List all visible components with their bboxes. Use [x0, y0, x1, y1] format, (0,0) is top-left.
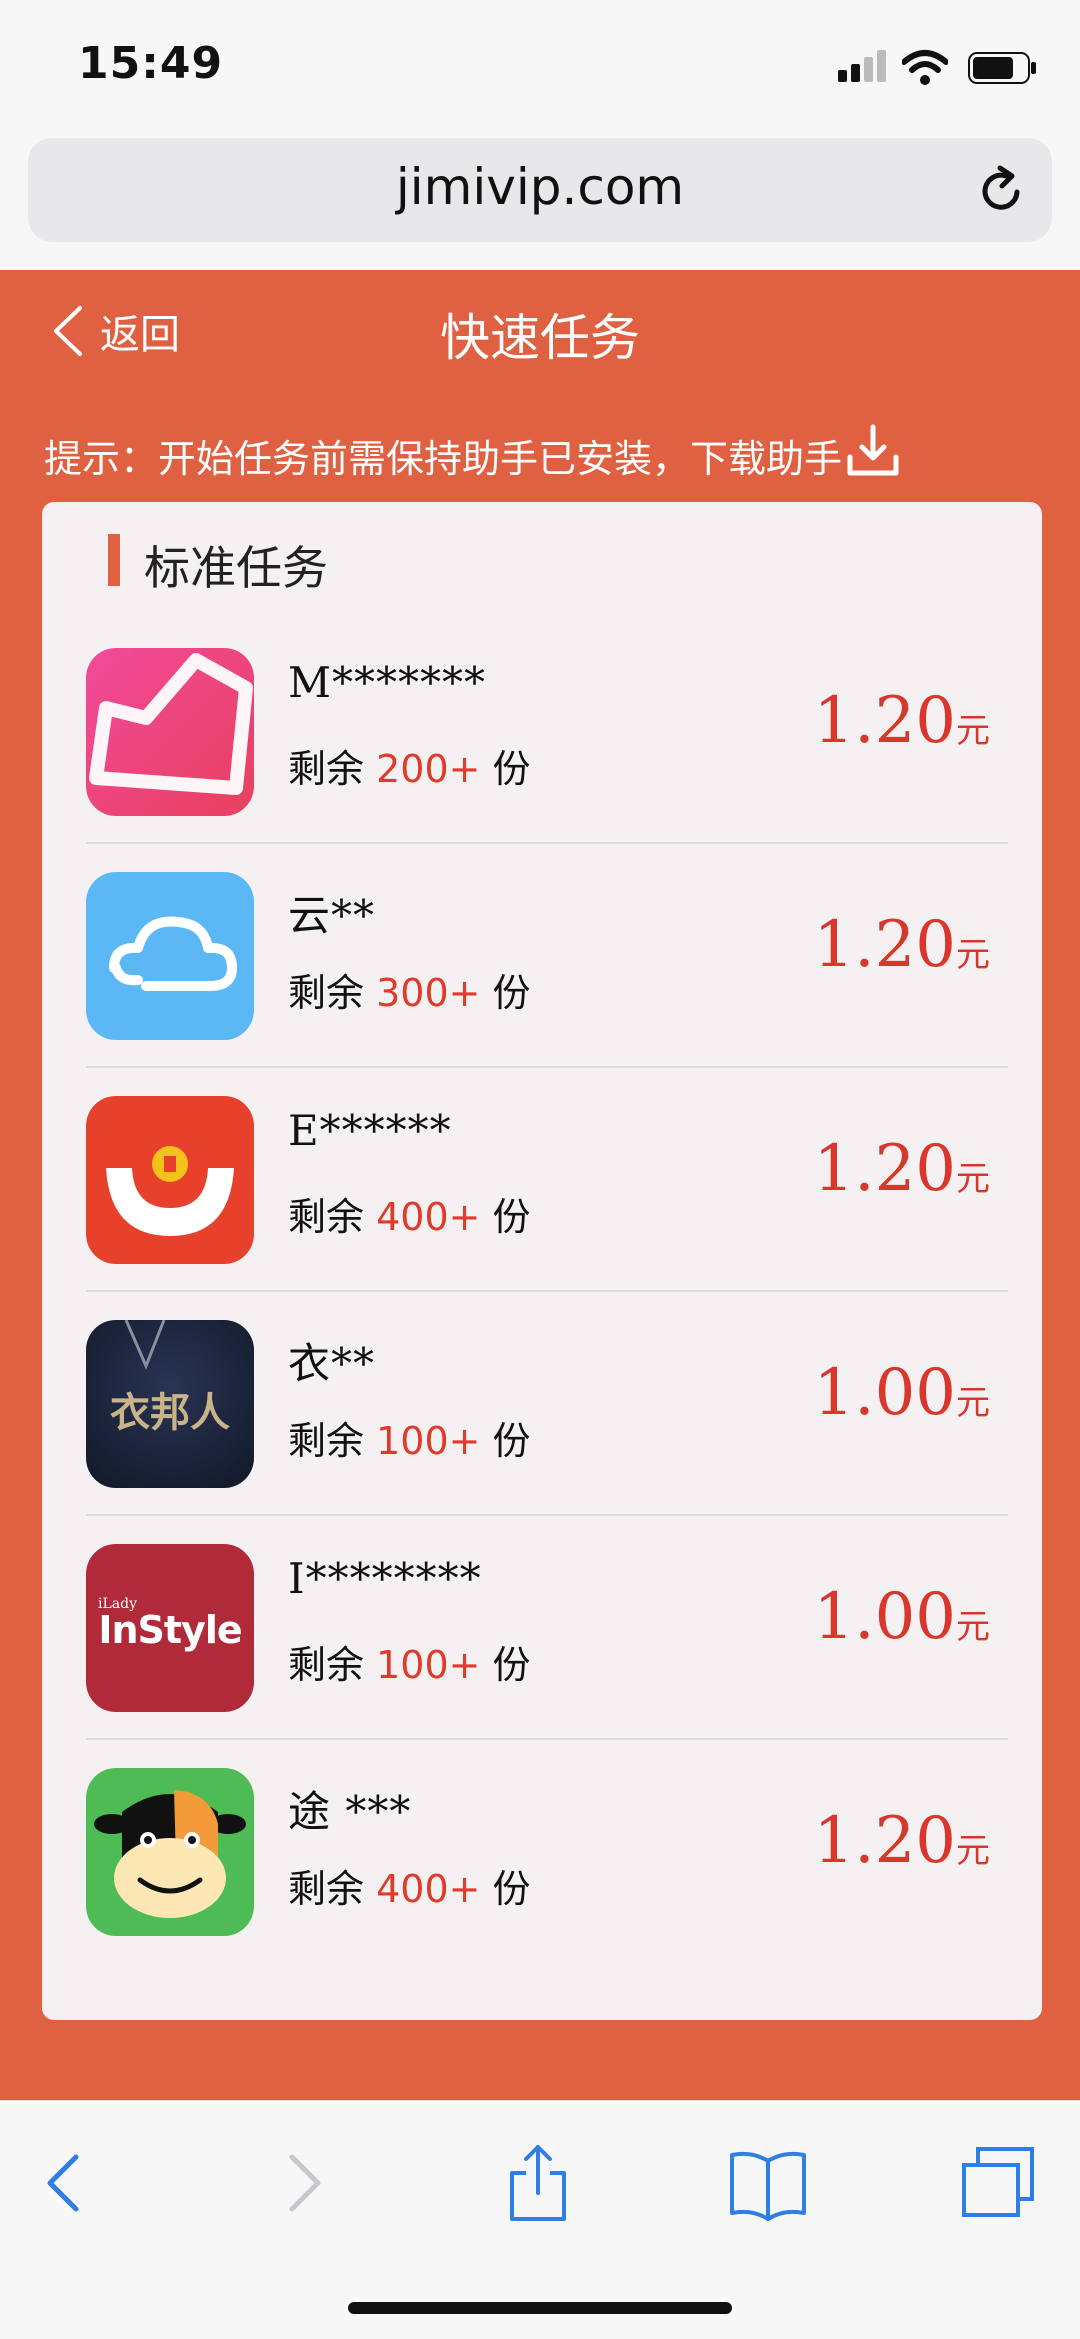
task-remaining: 剩余 400+ 份: [288, 1867, 531, 1911]
bookmarks-icon[interactable]: [728, 2143, 808, 2223]
task-remaining: 剩余 100+ 份: [288, 1643, 531, 1687]
task-name: 衣**: [288, 1339, 376, 1388]
task-name: 云**: [288, 891, 376, 940]
task-item[interactable]: iLady InStyle I******** 剩余 100+ 份 1.00元: [86, 1516, 1008, 1740]
task-price: 1.20元: [813, 1804, 991, 1878]
reload-icon[interactable]: [972, 162, 1030, 220]
wifi-icon: [902, 50, 948, 85]
task-name: 途 ***: [288, 1787, 412, 1836]
instyle-app-icon: iLady InStyle: [86, 1544, 254, 1712]
task-price: 1.00元: [813, 1356, 991, 1430]
task-price: 1.20元: [813, 908, 991, 982]
star-app-icon: [86, 648, 254, 816]
task-name: E******: [288, 1106, 452, 1155]
smile-coin-app-icon: [86, 1096, 254, 1264]
remaining-count: 200+: [376, 747, 481, 791]
status-time: 15:49: [78, 38, 224, 89]
cloud-app-icon: [86, 872, 254, 1040]
task-card: 标准任务 M******* 剩余 200+ 份 1.20元 云** 剩余 300…: [42, 502, 1042, 2020]
url-text: jimivip.com: [395, 158, 685, 216]
task-remaining: 剩余 400+ 份: [288, 1195, 531, 1239]
task-price: 1.20元: [813, 1132, 991, 1206]
remaining-count: 300+: [376, 971, 481, 1015]
share-icon[interactable]: [498, 2143, 578, 2223]
task-remaining: 剩余 200+ 份: [288, 747, 531, 791]
status-bar: 15:49: [0, 0, 1080, 132]
status-icons: [838, 48, 1038, 88]
page-title: 快速任务: [440, 309, 640, 367]
forward-nav-icon[interactable]: [264, 2143, 344, 2223]
tabs-icon[interactable]: [958, 2143, 1038, 2223]
section-marker: [108, 534, 120, 586]
task-item[interactable]: 衣邦人 衣** 剩余 100+ 份 1.00元: [86, 1292, 1008, 1516]
task-item[interactable]: M******* 剩余 200+ 份 1.20元: [86, 620, 1008, 844]
remaining-count: 100+: [376, 1419, 481, 1463]
app-icon-text: InStyle: [98, 1608, 242, 1652]
task-price: 1.20元: [813, 684, 991, 758]
remaining-count: 100+: [376, 1643, 481, 1687]
remaining-count: 400+: [376, 1867, 481, 1911]
tip-text: 提示：开始任务前需保持助手已安装，下载助手: [44, 437, 843, 481]
task-name: M*******: [288, 658, 487, 707]
task-price: 1.00元: [813, 1580, 991, 1654]
task-remaining: 剩余 100+ 份: [288, 1419, 531, 1463]
home-indicator[interactable]: [348, 2302, 732, 2314]
task-item[interactable]: 云** 剩余 300+ 份 1.20元: [86, 844, 1008, 1068]
yibangren-app-icon: 衣邦人: [86, 1320, 254, 1488]
tip-line: 提示：开始任务前需保持助手已安装，下载助手: [44, 424, 902, 483]
download-icon[interactable]: [844, 421, 902, 479]
cow-app-icon: [86, 1768, 254, 1936]
remaining-count: 400+: [376, 1195, 481, 1239]
task-remaining: 剩余 300+ 份: [288, 971, 531, 1015]
signal-icon: [838, 48, 888, 82]
battery-icon: [968, 52, 1036, 84]
back-nav-icon[interactable]: [24, 2143, 104, 2223]
app-icon-text: 衣邦人: [110, 1390, 230, 1436]
task-item[interactable]: E****** 剩余 400+ 份 1.20元: [86, 1068, 1008, 1292]
task-name: I********: [288, 1554, 482, 1603]
task-item[interactable]: 途 *** 剩余 400+ 份 1.20元: [86, 1740, 1008, 1964]
address-bar[interactable]: jimivip.com: [28, 138, 1052, 242]
section-title: 标准任务: [144, 541, 328, 595]
